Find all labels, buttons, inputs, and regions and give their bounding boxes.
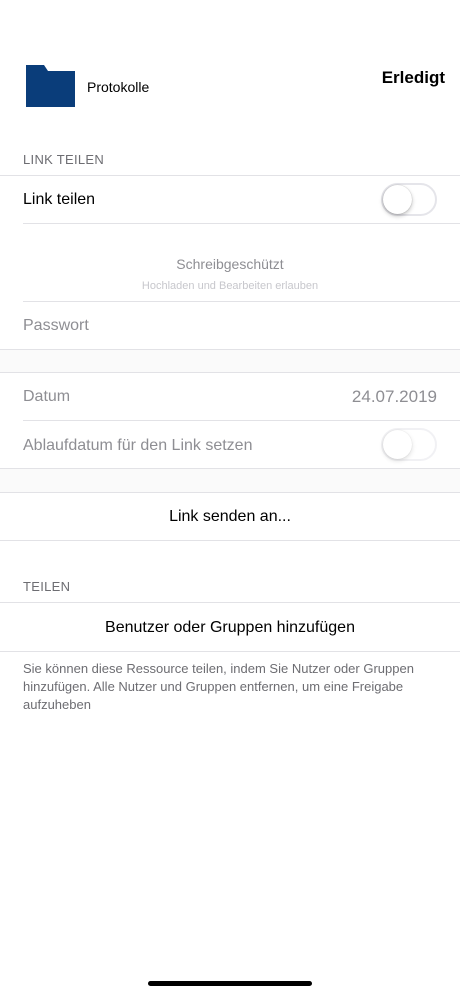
- home-indicator[interactable]: [148, 981, 312, 986]
- password-row[interactable]: Passwort: [0, 302, 460, 349]
- section-gap: [0, 350, 460, 372]
- send-link-button[interactable]: Link senden an...: [0, 508, 460, 526]
- link-section-header: LINK TEILEN: [23, 152, 105, 167]
- share-section-header: TEILEN: [23, 579, 71, 594]
- date-label: Datum: [23, 388, 71, 405]
- header: Protokolle Erledigt: [0, 0, 460, 140]
- permission-subtitle: Hochladen und Bearbeiten erlauben: [141, 280, 319, 292]
- expiry-row: Ablaufdatum für den Link setzen: [0, 421, 460, 468]
- share-link-label: Link teilen: [23, 191, 96, 208]
- permission-title: Schreibgeschützt: [176, 256, 284, 272]
- share-link-row: Link teilen: [0, 176, 460, 223]
- permission-row: Schreibgeschützt Hochladen und Bearbeite…: [0, 224, 460, 301]
- toggle-knob: [383, 430, 412, 459]
- add-users-row[interactable]: Benutzer oder Gruppen hinzufügen: [0, 603, 460, 651]
- done-button[interactable]: Erledigt: [382, 68, 445, 88]
- password-field[interactable]: Passwort: [23, 317, 89, 335]
- add-users-button[interactable]: Benutzer oder Gruppen hinzufügen: [0, 619, 460, 637]
- share-link-toggle[interactable]: [381, 183, 437, 216]
- divider: [0, 651, 460, 652]
- divider: [0, 540, 460, 541]
- expiry-toggle[interactable]: [381, 428, 437, 461]
- section-gap: [0, 469, 460, 492]
- folder-name: Protokolle: [87, 79, 150, 95]
- folder-icon: [26, 65, 75, 107]
- share-footnote: Sie können diese Ressource teilen, indem…: [23, 661, 414, 712]
- expiry-label: Ablaufdatum für den Link setzen: [23, 437, 253, 454]
- send-link-row[interactable]: Link senden an...: [0, 493, 460, 540]
- date-row[interactable]: Datum 24.07.2019: [0, 373, 460, 420]
- toggle-knob: [383, 185, 412, 214]
- date-value[interactable]: 24.07.2019: [352, 387, 437, 407]
